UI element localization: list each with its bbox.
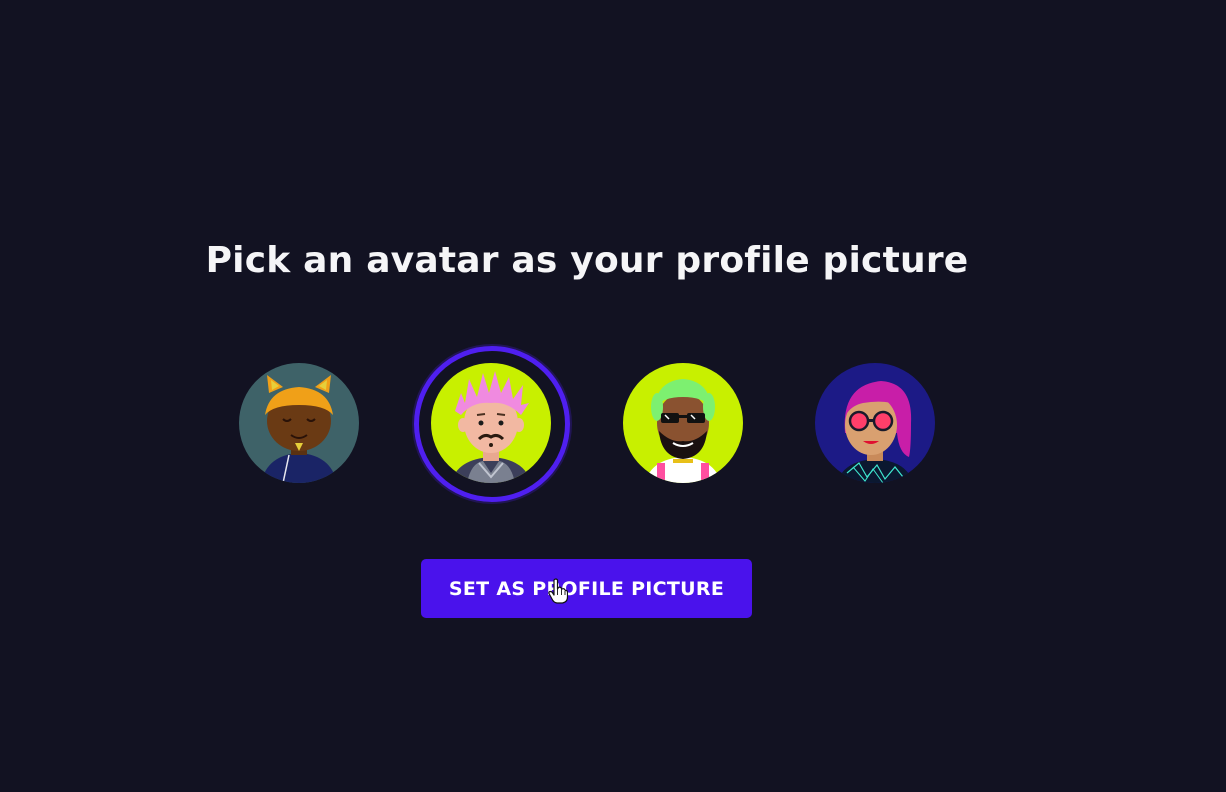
avatar-pink-hair-image: [431, 363, 551, 483]
avatar-option-3[interactable]: [623, 363, 743, 483]
avatar-option-2[interactable]: [431, 363, 551, 483]
avatar-option-4[interactable]: [815, 363, 935, 483]
avatar-magenta-hair-image: [815, 363, 935, 483]
set-as-profile-picture-button[interactable]: SET AS PROFILE PICTURE: [421, 559, 752, 618]
page-title: Pick an avatar as your profile picture: [205, 240, 969, 281]
avatar-cat-ears-image: [239, 363, 359, 483]
avatar-option-1[interactable]: [239, 363, 359, 483]
avatar-sunglasses-beard-image: [623, 363, 743, 483]
